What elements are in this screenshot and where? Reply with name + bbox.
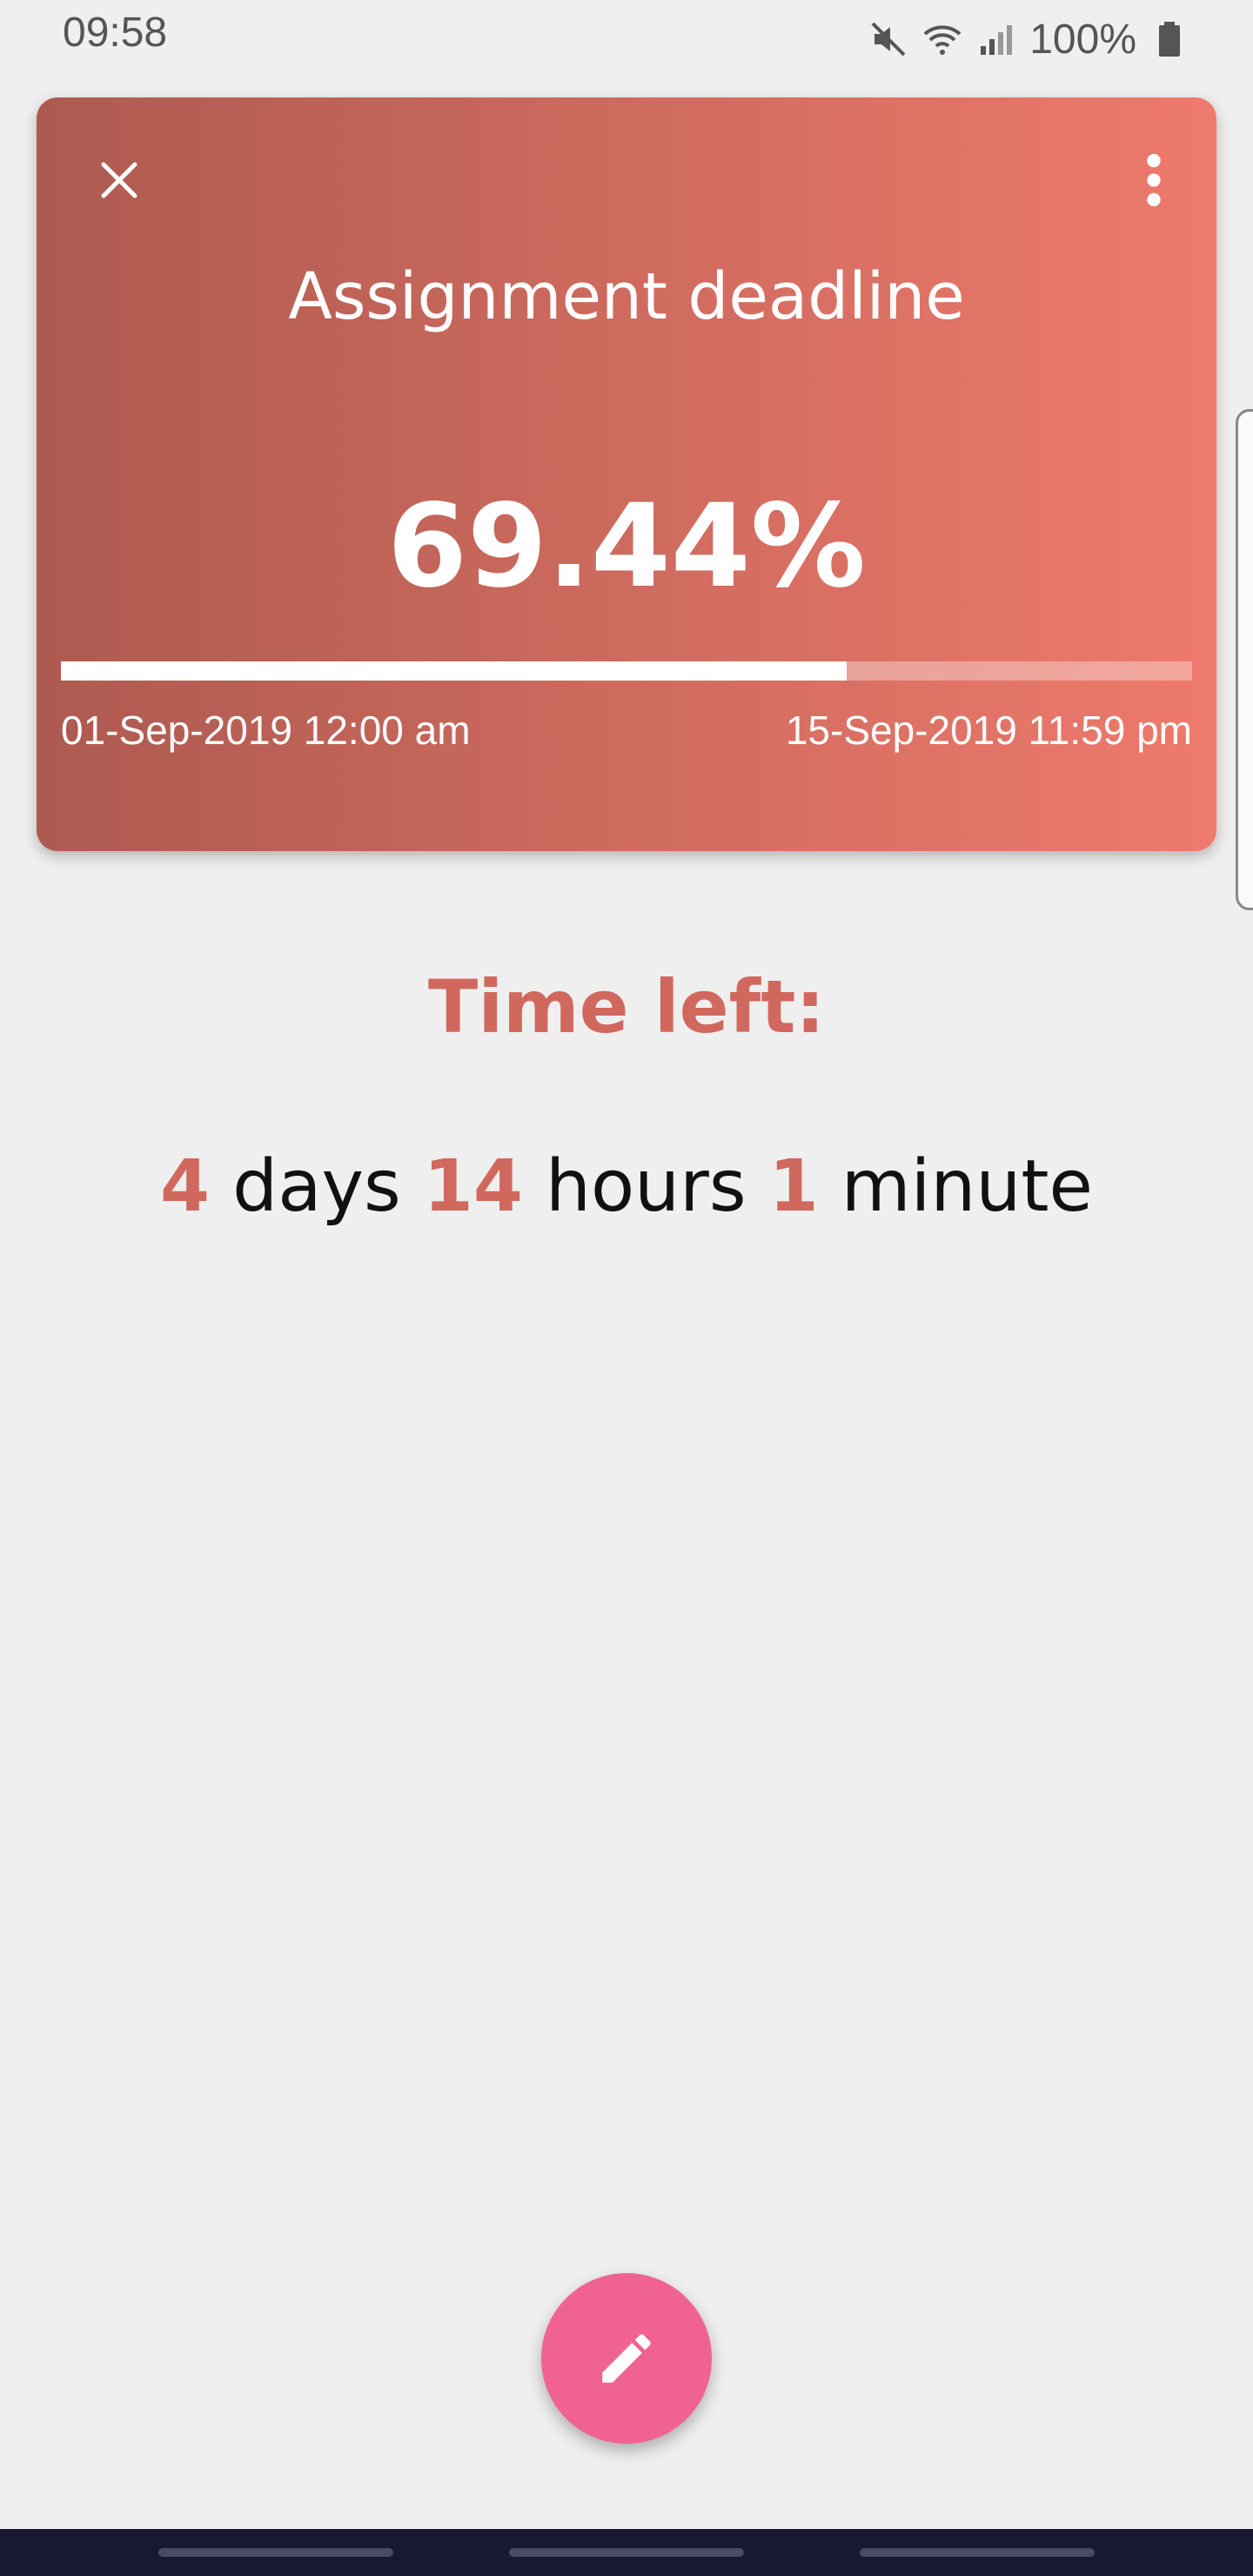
deadline-card: Assignment deadline 69.44% 01-Sep-2019 1… <box>37 97 1216 851</box>
hours-value: 14 <box>423 1145 523 1228</box>
progress-bar-fill <box>61 661 847 681</box>
more-vert-icon <box>1147 153 1161 207</box>
signal-icon <box>981 25 1013 55</box>
status-icons: 100% <box>868 9 1190 70</box>
hours-unit: hours <box>546 1145 747 1228</box>
edge-panel-handle[interactable] <box>1236 409 1253 910</box>
status-time: 09:58 <box>63 10 168 56</box>
battery-percentage: 100% <box>1029 16 1136 63</box>
close-button[interactable] <box>84 144 155 216</box>
nav-back-button[interactable] <box>860 2548 1095 2557</box>
battery-icon <box>1159 22 1180 57</box>
more-options-button[interactable] <box>1128 144 1180 216</box>
nav-recents-button[interactable] <box>158 2548 393 2557</box>
deadline-title: Assignment deadline <box>288 259 965 334</box>
minutes-unit: minute <box>841 1145 1093 1228</box>
mute-icon <box>871 22 906 57</box>
days-unit: days <box>232 1145 401 1228</box>
edit-pencil-icon <box>602 2334 651 2383</box>
end-date: 15-Sep-2019 11:59 pm <box>785 708 1192 753</box>
days-value: 4 <box>160 1145 211 1228</box>
start-date: 01-Sep-2019 12:00 am <box>61 708 471 753</box>
progress-percentage: 69.44% <box>387 480 866 614</box>
close-icon <box>101 162 137 198</box>
edit-button[interactable] <box>541 2273 712 2444</box>
nav-home-button[interactable] <box>509 2548 744 2557</box>
countdown: 4 days 14 hours 1 minute <box>0 1145 1253 1228</box>
status-bar: 09:58 100% <box>0 0 1253 78</box>
navigation-bar <box>0 2529 1253 2576</box>
time-left-label: Time left: <box>428 964 825 1050</box>
wifi-icon <box>923 25 962 55</box>
progress-bar <box>61 661 1192 681</box>
minutes-value: 1 <box>768 1145 819 1228</box>
